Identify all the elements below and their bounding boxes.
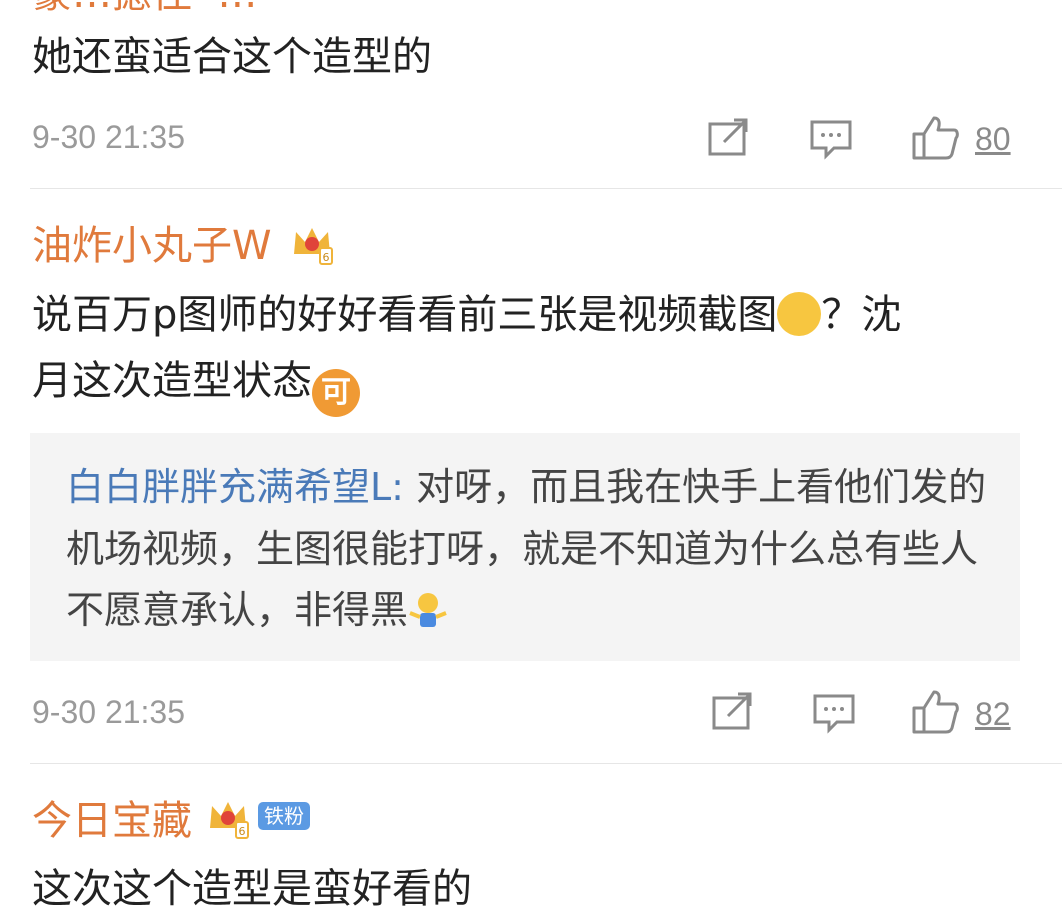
shrug-emoji-icon [408,586,448,628]
reply-author[interactable]: 白白胖胖充满希望L: [66,465,404,509]
share-icon[interactable] [712,692,754,732]
crown-icon: 6 [290,224,334,270]
comment-author-partial[interactable]: 豪…撼佳 ·… [32,0,257,14]
ke-emoji-icon: 可 [312,369,360,417]
comment-timestamp: 9-30 21:35 [32,119,186,155]
comment-text: 这次这个造型是蛮好看的 [32,866,472,912]
svg-text:6: 6 [323,251,330,264]
comment-author[interactable]: 油炸小丸子W [32,226,272,266]
comment-text: 说百万p图师的好好看看前三张是视频截图 ？沈 月这次造型状态可 [32,282,1032,417]
ok-hand-emoji-icon [777,292,822,336]
thumbs-up-icon[interactable] [912,688,960,734]
like-count[interactable]: 82 [975,696,1011,733]
comment-text-part: 月这次造型状态 [32,358,312,404]
comment-text-part: ？沈 [821,292,902,338]
crown-icon: 6 [206,798,250,844]
comment-timestamp: 9-30 21:35 [32,694,186,730]
share-icon[interactable] [708,118,750,158]
svg-text:6: 6 [239,825,246,838]
thumbs-up-icon[interactable] [912,114,960,160]
comment-author[interactable]: 今日宝藏 [32,801,192,841]
comment-icon[interactable] [813,692,855,734]
like-count[interactable]: 80 [975,121,1011,158]
reply-box[interactable]: 白白胖胖充满希望L: 对呀，而且我在快手上看他们发的机场视频，生图很能打呀，就是… [30,433,1020,661]
fan-badge: 铁粉 [258,802,310,830]
divider [30,763,1062,764]
comment-text: 她还蛮适合这个造型的 [32,34,432,80]
comment-icon[interactable] [810,118,852,160]
fan-badge-label: 铁粉 [258,802,310,830]
reply-text: 白白胖胖充满希望L: 对呀，而且我在快手上看他们发的机场视频，生图很能打呀，就是… [66,457,996,642]
comment-text-part: 说百万p图师的好好看看前三张是视频截图 [32,292,778,338]
divider [30,188,1062,189]
